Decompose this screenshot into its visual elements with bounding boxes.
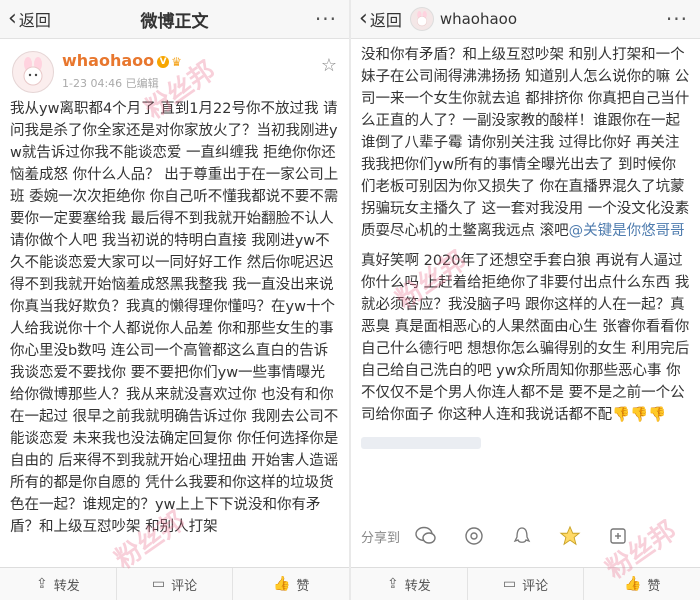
blurred-bar bbox=[361, 437, 481, 449]
post-body: 没和你有矛盾？和上级互怼吵架 和别人打架和一个妹子在公司闹得沸沸扬扬 知道别人怎… bbox=[351, 44, 700, 456]
like-button[interactable]: 👍 赞 bbox=[233, 568, 349, 600]
wechat-icon[interactable] bbox=[414, 524, 438, 548]
post-text-b: 真好笑啊 2020年了还想空手套白狼 再说有人逼过你什么吗 上赶着给拒绝你了非要… bbox=[361, 253, 690, 423]
comment-label: 评论 bbox=[171, 578, 198, 594]
back-label: 返回 bbox=[369, 11, 402, 30]
repost-icon: ⇪ bbox=[35, 576, 48, 592]
like-button[interactable]: 👍 赞 bbox=[584, 568, 700, 600]
share-row: 分享到 bbox=[351, 522, 700, 550]
right-panel: ‹ 返回 whaohaoo ··· 没和你有矛盾？和上级互怼吵架 和别人打架和一… bbox=[351, 0, 700, 600]
repost-label: 转发 bbox=[53, 578, 80, 594]
more-icon[interactable]: ··· bbox=[666, 7, 688, 31]
post-text-a: 没和你有矛盾？和上级互怼吵架 和别人打架和一个妹子在公司闹得沸沸扬扬 知道别人怎… bbox=[361, 47, 690, 239]
post-text-part1: 没和你有矛盾？和上级互怼吵架 和别人打架和一个妹子在公司闹得沸沸扬扬 知道别人怎… bbox=[361, 44, 690, 242]
edited-label: 已编辑 bbox=[125, 77, 159, 90]
post-header: whaohaoo V ♛ 1-23 04:46 已编辑 ☆ bbox=[0, 39, 349, 101]
comment-icon: ▭ bbox=[151, 576, 166, 592]
like-icon: 👍 bbox=[272, 576, 291, 592]
avatar[interactable] bbox=[12, 51, 54, 93]
screenshot-collage: ‹ 返回 微博正文 ··· whaohaoo V ♛ 1-23 04:46 已编… bbox=[0, 0, 700, 600]
action-bar: ⇪ 转发 ▭ 评论 👍 赞 bbox=[351, 567, 700, 600]
like-icon: 👍 bbox=[623, 576, 642, 592]
back-button[interactable]: ‹ 返回 bbox=[351, 7, 402, 31]
comment-button[interactable]: ▭ 评论 bbox=[117, 568, 234, 600]
repost-button[interactable]: ⇪ 转发 bbox=[0, 568, 117, 600]
repost-button[interactable]: ⇪ 转发 bbox=[351, 568, 468, 600]
action-bar: ⇪ 转发 ▭ 评论 👍 赞 bbox=[0, 567, 349, 600]
top-bar: ‹ 返回 微博正文 ··· bbox=[0, 0, 349, 39]
post-text-part2: 真好笑啊 2020年了还想空手套白狼 再说有人逼过你什么吗 上赶着给拒绝你了非要… bbox=[361, 250, 690, 426]
share-label: 分享到 bbox=[361, 530, 401, 546]
blurred-content bbox=[361, 434, 690, 456]
crown-icon: ♛ bbox=[171, 54, 182, 69]
mention-link[interactable]: @关键是你悠哥哥 bbox=[569, 223, 685, 239]
star-icon[interactable] bbox=[558, 524, 582, 548]
post-time: 1-23 04:46 bbox=[62, 77, 123, 90]
verified-icon: V bbox=[157, 55, 170, 68]
header-username: whaohaoo bbox=[439, 10, 518, 28]
chevron-left-icon: ‹ bbox=[359, 6, 368, 31]
post-body: 我从yw离职都4个月了 直到1月22号你不放过我 请问我是杀了你全家还是对你家放… bbox=[0, 98, 349, 538]
top-bar: ‹ 返回 whaohaoo ··· bbox=[351, 0, 700, 39]
username[interactable]: whaohaoo V ♛ bbox=[62, 51, 182, 70]
more-icon[interactable]: ··· bbox=[315, 7, 337, 31]
header-user[interactable]: whaohaoo bbox=[409, 7, 518, 31]
moments-icon[interactable] bbox=[462, 524, 486, 548]
page-title: 微博正文 bbox=[140, 11, 209, 32]
left-panel: ‹ 返回 微博正文 ··· whaohaoo V ♛ 1-23 04:46 已编… bbox=[0, 0, 349, 600]
avatar bbox=[409, 7, 434, 31]
chevron-left-icon: ‹ bbox=[8, 6, 17, 31]
repost-icon: ⇪ bbox=[386, 576, 399, 592]
save-icon[interactable] bbox=[606, 524, 630, 548]
qq-icon[interactable] bbox=[510, 524, 534, 548]
back-label: 返回 bbox=[18, 11, 51, 30]
comment-label: 评论 bbox=[522, 578, 549, 594]
back-button[interactable]: ‹ 返回 bbox=[0, 7, 51, 31]
repost-label: 转发 bbox=[404, 578, 431, 594]
like-label: 赞 bbox=[296, 578, 310, 594]
post-text: 我从yw离职都4个月了 直到1月22号你不放过我 请问我是杀了你全家还是对你家放… bbox=[10, 101, 339, 535]
comment-button[interactable]: ▭ 评论 bbox=[468, 568, 585, 600]
star-icon[interactable]: ☆ bbox=[321, 55, 337, 76]
comment-icon: ▭ bbox=[502, 576, 517, 592]
post-meta: 1-23 04:46 已编辑 bbox=[62, 75, 159, 91]
username-text: whaohaoo bbox=[62, 51, 155, 70]
thumbs-down-icons: 👎👎👎 bbox=[612, 407, 667, 423]
like-label: 赞 bbox=[647, 578, 661, 594]
